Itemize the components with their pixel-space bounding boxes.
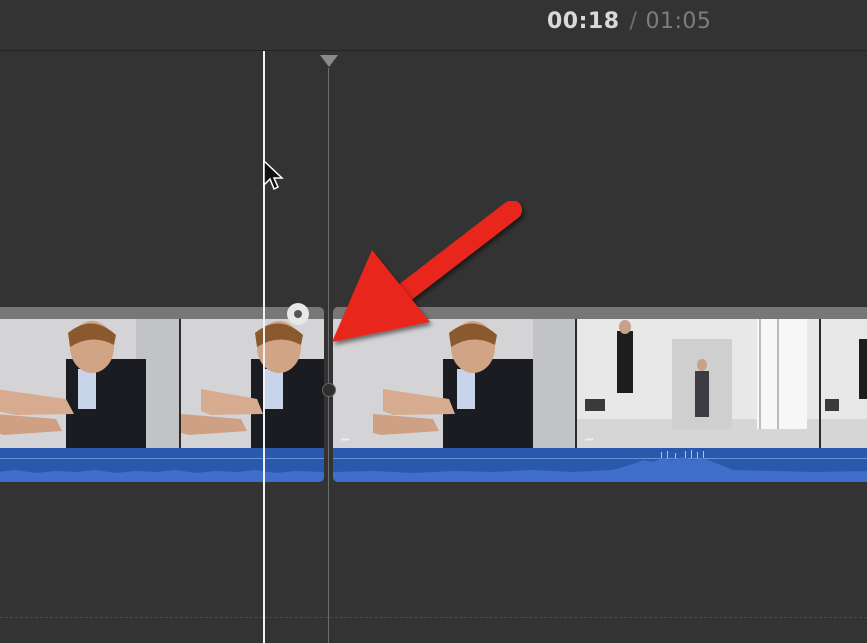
total-duration: 01:05 xyxy=(645,9,712,34)
clip-filmstrip: ▪▪▪ ▪▪▪ xyxy=(333,319,867,448)
clip-thumbnail xyxy=(0,319,181,448)
timeline-header: 00:18 / 01:05 xyxy=(0,0,867,51)
clip-top-edge xyxy=(0,307,324,319)
playhead-marker-icon[interactable] xyxy=(320,55,338,67)
clip-badge-icon: ▪▪▪ xyxy=(585,435,594,444)
video-clip-1[interactable] xyxy=(0,307,324,482)
current-time: 00:18 xyxy=(547,9,620,34)
clip-thumbnail: ▪▪▪ xyxy=(577,319,821,448)
transition-handle-icon[interactable] xyxy=(287,303,309,325)
clip-thumbnail: ▪▪▪ xyxy=(333,319,577,448)
clip-thumbnail xyxy=(181,319,324,448)
skimmer xyxy=(263,51,265,643)
clip-thumbnail xyxy=(821,319,867,448)
timeline-divider xyxy=(0,617,867,618)
edit-point-handle[interactable] xyxy=(322,383,336,397)
video-clip-2[interactable]: ▪▪▪ ▪▪▪ xyxy=(333,307,867,482)
clip-badge-icon: ▪▪▪ xyxy=(341,435,350,444)
audio-waveform xyxy=(333,448,867,482)
mouse-pointer-icon xyxy=(263,160,284,191)
clip-filmstrip xyxy=(0,319,324,448)
timecode-separator: / xyxy=(629,9,638,34)
audio-waveform xyxy=(0,448,324,482)
playhead[interactable] xyxy=(328,68,329,643)
timecode-display: 00:18 / 01:05 xyxy=(547,9,711,34)
clip-top-edge xyxy=(333,307,867,319)
